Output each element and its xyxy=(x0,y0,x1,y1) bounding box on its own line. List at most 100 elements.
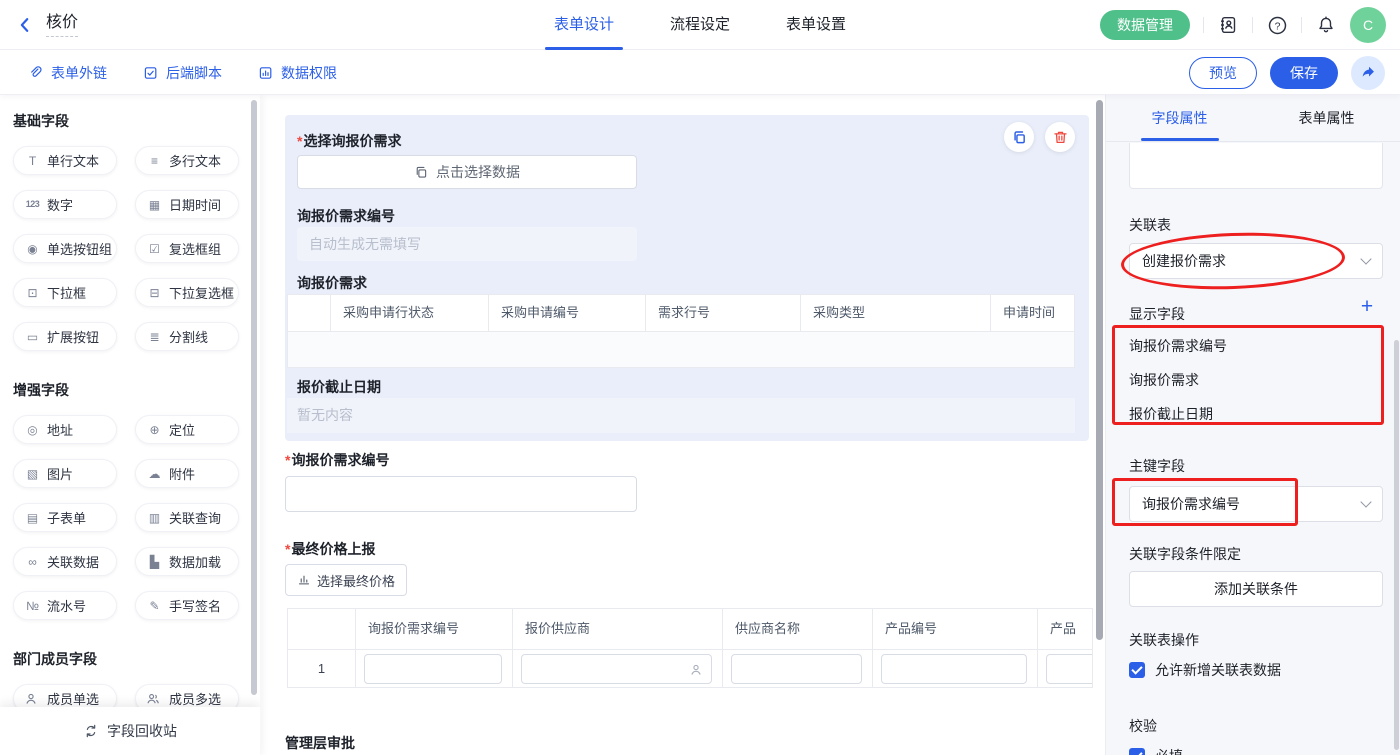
required-checkbox-row[interactable]: 必填 xyxy=(1129,746,1183,755)
field-library-sidebar: 基础字段 T单行文本 ≡多行文本 123数字 ▦日期时间 ◉单选按钮组 ☑复选框… xyxy=(0,95,260,755)
help-icon[interactable]: ? xyxy=(1266,14,1288,36)
table-row: 1 xyxy=(288,649,1093,687)
checkbox-checked-icon[interactable] xyxy=(1129,748,1145,755)
add-display-field-button[interactable]: + xyxy=(1356,296,1378,318)
field-item-radio-group[interactable]: ◉单选按钮组 xyxy=(13,234,117,263)
field-item-data-load[interactable]: ▙数据加载 xyxy=(135,547,239,576)
select-final-price-button[interactable]: 选择最终价格 xyxy=(285,564,407,596)
field-item-address[interactable]: ◎地址 xyxy=(13,415,117,444)
auto-code-input: 自动生成无需填写 xyxy=(297,227,637,261)
select-icon: ⊡ xyxy=(24,287,41,299)
field-item-serial-number[interactable]: №流水号 xyxy=(13,591,117,620)
field-label: 询报价需求编号 xyxy=(297,206,395,226)
section-title-member-fields: 部门成员字段 xyxy=(13,649,239,669)
product-cell-input[interactable] xyxy=(1046,654,1093,684)
chevron-down-icon xyxy=(1360,496,1371,507)
avatar[interactable]: C xyxy=(1350,7,1386,43)
attachment-icon: ☁ xyxy=(146,468,163,480)
field-item-signature[interactable]: ✎手写签名 xyxy=(135,591,239,620)
copy-field-button[interactable] xyxy=(1004,122,1034,152)
tab-form-setting[interactable]: 表单设置 xyxy=(786,0,846,50)
field-name-input[interactable] xyxy=(1129,143,1383,189)
page-title[interactable]: 核价 xyxy=(46,14,78,37)
trash-icon xyxy=(1052,129,1069,146)
supplier-cell-input[interactable] xyxy=(521,654,712,684)
field-item-subform[interactable]: ▤子表单 xyxy=(13,503,117,532)
field-item-linked-data[interactable]: ∞关联数据 xyxy=(13,547,117,576)
selected-field-block-linked-data[interactable]: *选择询报价需求 点击选择数据 询报价需求编号 xyxy=(285,115,1089,441)
column-header: 供应商名称 xyxy=(723,609,873,649)
field-item-image[interactable]: ▧图片 xyxy=(13,459,117,488)
display-field-item[interactable]: 报价截止日期 xyxy=(1129,404,1213,424)
final-price-table: 询报价需求编号 报价供应商 供应商名称 产品编号 产品 1 xyxy=(287,608,1093,688)
sidebar-scrollbar[interactable] xyxy=(251,100,257,695)
checkbox-group-icon: ☑ xyxy=(146,243,163,255)
field-item-multi-line-text[interactable]: ≡多行文本 xyxy=(135,146,239,175)
number-icon: 123 xyxy=(24,200,41,209)
checkbox-checked-icon[interactable] xyxy=(1129,662,1145,678)
field-item-multi-select[interactable]: ⊟下拉复选框 xyxy=(135,278,239,307)
field-item-number[interactable]: 123数字 xyxy=(13,190,117,219)
product-code-cell-input[interactable] xyxy=(881,654,1027,684)
member-single-icon xyxy=(24,692,41,706)
column-header: 询报价需求编号 xyxy=(356,609,513,649)
radio-group-icon: ◉ xyxy=(24,243,41,255)
field-label: *选择询报价需求 xyxy=(297,131,401,151)
allow-add-checkbox-row[interactable]: 允许新增关联表数据 xyxy=(1129,660,1281,680)
tab-form-design[interactable]: 表单设计 xyxy=(554,0,614,50)
related-table-label: 关联表 xyxy=(1129,215,1171,235)
related-table-select[interactable]: 创建报价需求 xyxy=(1129,243,1383,279)
tab-form-properties[interactable]: 表单属性 xyxy=(1253,95,1400,141)
field-label: 报价截止日期 xyxy=(297,377,381,397)
field-item-extend-button[interactable]: ▭扩展按钮 xyxy=(13,322,117,351)
canvas-scrollbar[interactable] xyxy=(1096,100,1103,640)
signature-icon: ✎ xyxy=(146,600,163,612)
chevron-down-icon xyxy=(1360,253,1371,264)
form-external-link-button[interactable]: 表单外链 xyxy=(28,63,107,83)
panel-scrollbar[interactable] xyxy=(1394,340,1399,750)
condition-label: 关联字段条件限定 xyxy=(1129,544,1241,564)
location-icon: ⊕ xyxy=(146,424,163,436)
address-book-icon[interactable] xyxy=(1217,14,1239,36)
save-button[interactable]: 保存 xyxy=(1270,57,1338,89)
field-recycle-bin[interactable]: 字段回收站 xyxy=(0,707,260,755)
empty-table-body xyxy=(288,331,1074,367)
field-item-attachment[interactable]: ☁附件 xyxy=(135,459,239,488)
tab-field-properties[interactable]: 字段属性 xyxy=(1106,95,1253,141)
primary-key-select[interactable]: 询报价需求编号 xyxy=(1129,486,1383,522)
back-button[interactable] xyxy=(14,14,36,36)
preview-button[interactable]: 预览 xyxy=(1189,57,1257,89)
data-manage-button[interactable]: 数据管理 xyxy=(1100,10,1190,40)
display-field-item[interactable]: 询报价需求 xyxy=(1129,370,1199,390)
svg-text:?: ? xyxy=(1274,20,1280,32)
column-header: 采购申请行状态 xyxy=(331,295,489,331)
supplier-name-cell-input[interactable] xyxy=(731,654,862,684)
field-item-location[interactable]: ⊕定位 xyxy=(135,415,239,444)
tab-flow-setting[interactable]: 流程设定 xyxy=(670,0,730,50)
field-item-checkbox-group[interactable]: ☑复选框组 xyxy=(135,234,239,263)
add-condition-button[interactable]: 添加关联条件 xyxy=(1129,571,1383,607)
delete-field-button[interactable] xyxy=(1045,122,1075,152)
pick-data-button[interactable]: 点击选择数据 xyxy=(297,155,637,189)
display-field-item[interactable]: 询报价需求编号 xyxy=(1129,336,1227,356)
field-item-linked-query[interactable]: ▥关联查询 xyxy=(135,503,239,532)
field-item-datetime[interactable]: ▦日期时间 xyxy=(135,190,239,219)
display-fields-label: 显示字段 xyxy=(1129,304,1185,324)
share-button[interactable] xyxy=(1351,56,1385,90)
notification-bell-icon[interactable] xyxy=(1315,14,1337,36)
divider xyxy=(1252,17,1253,33)
field-item-select[interactable]: ⊡下拉框 xyxy=(13,278,117,307)
demand-code-input[interactable] xyxy=(285,476,637,512)
demand-code-cell-input[interactable] xyxy=(364,654,502,684)
data-permission-button[interactable]: 数据权限 xyxy=(258,63,337,83)
member-multi-icon xyxy=(146,692,163,706)
data-load-icon: ▙ xyxy=(146,556,163,568)
single-line-text-icon: T xyxy=(24,155,41,167)
field-item-single-line-text[interactable]: T单行文本 xyxy=(13,146,117,175)
section-title-basic-fields: 基础字段 xyxy=(13,111,239,131)
field-item-divider[interactable]: ≣分割线 xyxy=(135,322,239,351)
field-label: 管理层审批 xyxy=(285,733,355,753)
multi-select-icon: ⊟ xyxy=(146,287,163,299)
field-label: *最终价格上报 xyxy=(285,539,375,559)
backend-script-button[interactable]: 后端脚本 xyxy=(143,63,222,83)
